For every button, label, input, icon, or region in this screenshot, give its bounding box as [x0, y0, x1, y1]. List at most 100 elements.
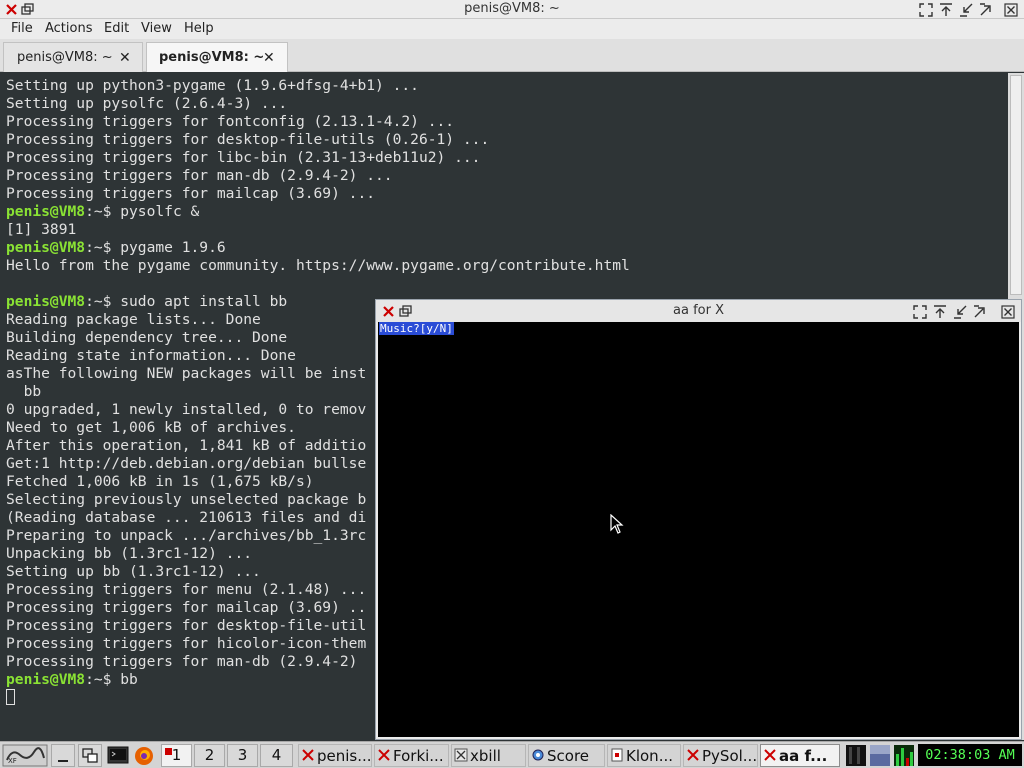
output-text: Processing triggers for mailcap (3.69) .…: [6, 185, 376, 202]
prompt-user-host: penis@VM8: [6, 671, 86, 688]
taskbar-task[interactable]: PySol...: [683, 744, 758, 767]
aa-window-titlebar[interactable]: aa for X: [376, 300, 1021, 322]
xbill-icon: [454, 748, 468, 766]
menu-help[interactable]: Help: [184, 21, 214, 36]
svg-text:XF: XF: [8, 757, 17, 765]
start-menu-icon[interactable]: XF: [2, 744, 48, 767]
desktop-label: 4: [271, 746, 282, 764]
menu-edit[interactable]: Edit: [104, 21, 129, 36]
command-text: pygame 1.9.6: [120, 239, 226, 256]
taskbar-task[interactable]: Klon...: [607, 744, 681, 767]
output-text: Fetched 1,006 kB in 1s (1,675 kB/s): [6, 473, 314, 490]
window-titlebar[interactable]: penis@VM8: ~: [0, 0, 1024, 19]
command-text: pysolfc &: [120, 203, 200, 220]
desktop-label: 3: [237, 746, 248, 764]
menu-bar: File Actions Edit View Help: [0, 19, 1024, 39]
tab-label: penis@VM8: ~: [17, 50, 113, 65]
close-window-icon[interactable]: [1003, 2, 1019, 17]
raise-icon[interactable]: [938, 2, 954, 17]
output-text: Processing triggers for mailcap (3.69) .…: [6, 599, 367, 616]
desktop-2-button[interactable]: 2: [194, 744, 225, 767]
menu-view[interactable]: View: [141, 21, 172, 36]
output-text: Processing triggers for desktop-file-uti…: [6, 617, 367, 634]
tab-terminal-1[interactable]: penis@VM8: ~ ✕: [3, 42, 143, 72]
task-label: PySol...: [702, 747, 758, 765]
tab-label: penis@VM8: ~: [159, 50, 265, 65]
output-text: Processing triggers for fontconfig (2.13…: [6, 113, 455, 130]
output-text: Processing triggers for man-db (2.9.4-2): [6, 653, 367, 670]
raise-icon[interactable]: [932, 304, 948, 319]
window-title: penis@VM8: ~: [464, 1, 560, 16]
prompt-path: :~$: [85, 239, 121, 256]
prompt-path: :~$: [85, 671, 121, 688]
output-text: [1] 3891: [6, 221, 77, 238]
close-x-icon: [686, 748, 700, 766]
cpu-monitor-icon[interactable]: [893, 744, 915, 767]
desktop-4-button[interactable]: 4: [260, 744, 293, 767]
task-label: aa f...: [779, 747, 828, 765]
music-prompt: Music?[y/N]: [379, 322, 454, 335]
menu-file[interactable]: File: [11, 21, 33, 36]
output-text: Processing triggers for man-db (2.9.4-2)…: [6, 167, 393, 184]
terminal-launcher-icon[interactable]: [106, 744, 130, 767]
desktop-1-button[interactable]: 1: [161, 744, 192, 767]
output-text: (Reading database ... 210613 files and d…: [6, 509, 367, 526]
cards-icon: [610, 748, 624, 766]
prompt-user-host: penis@VM8: [6, 239, 86, 256]
tab-terminal-2[interactable]: penis@VM8: ~ ✕: [146, 42, 288, 72]
close-x-icon: [763, 748, 777, 766]
tab-close-icon[interactable]: ✕: [263, 50, 275, 66]
text-cursor: [6, 689, 15, 705]
firefox-icon[interactable]: [132, 744, 156, 767]
pager-icon[interactable]: [845, 744, 867, 767]
taskbar-task[interactable]: Score: [528, 744, 605, 767]
output-text: Reading package lists... Done: [6, 311, 261, 328]
iconify-all-icon[interactable]: [51, 744, 75, 767]
maximize-icon[interactable]: [972, 304, 988, 319]
tab-bar: penis@VM8: ~ ✕ penis@VM8: ~ ✕: [0, 39, 1024, 72]
window-list-icon[interactable]: [78, 744, 102, 767]
active-desktop-marker: [165, 748, 172, 755]
close-window-icon[interactable]: [1000, 304, 1016, 319]
network-monitor-icon[interactable]: [869, 744, 891, 767]
output-text: Processing triggers for menu (2.1.48) ..…: [6, 581, 367, 598]
output-text: Preparing to unpack .../archives/bb_1.3r…: [6, 527, 367, 544]
minimize-icon[interactable]: [958, 2, 974, 17]
scrollbar-thumb[interactable]: [1010, 75, 1022, 295]
tab-close-icon[interactable]: ✕: [119, 50, 131, 66]
taskbar-task[interactable]: xbill: [451, 744, 526, 767]
output-text: Get:1 http://deb.debian.org/debian bulls…: [6, 455, 367, 472]
taskbar-task[interactable]: aa f...: [760, 744, 840, 767]
output-text: Hello from the pygame community. https:/…: [6, 257, 630, 274]
fullscreen-icon[interactable]: [918, 2, 934, 17]
output-text: Need to get 1,006 kB of archives.: [6, 419, 296, 436]
output-text: Processing triggers for hicolor-icon-the…: [6, 635, 367, 652]
output-line: Processing triggers for desktop-file-uti…: [6, 131, 1008, 149]
aa-window[interactable]: aa for X Music?[y/N]: [375, 299, 1022, 740]
fullscreen-icon[interactable]: [912, 304, 928, 319]
minimize-icon[interactable]: [952, 304, 968, 319]
task-label: Forki...: [393, 747, 444, 765]
desktop-3-button[interactable]: 3: [227, 744, 258, 767]
output-line: Setting up pysolfc (2.6.4-3) ...: [6, 95, 1008, 113]
task-label: Klon...: [626, 747, 673, 765]
output-line: Processing triggers for man-db (2.9.4-2)…: [6, 167, 1008, 185]
task-label: xbill: [470, 747, 501, 765]
taskbar-task[interactable]: Forki...: [374, 744, 449, 767]
task-label: penis...: [317, 747, 372, 765]
command-text: sudo apt install bb: [120, 293, 288, 310]
maximize-icon[interactable]: [978, 2, 994, 17]
menu-actions[interactable]: Actions: [45, 21, 93, 36]
output-line: Setting up python3-pygame (1.9.6+dfsg-4+…: [6, 77, 1008, 95]
output-text: bb: [6, 383, 42, 400]
clock[interactable]: 02:38:03 AM: [918, 744, 1022, 766]
output-line: Processing triggers for fontconfig (2.13…: [6, 113, 1008, 131]
gear-icon: [531, 748, 545, 766]
output-line: Processing triggers for mailcap (3.69) .…: [6, 185, 1008, 203]
output-text: Setting up pysolfc (2.6.4-3) ...: [6, 95, 288, 112]
output-text: Setting up bb (1.3rc1-12) ...: [6, 563, 261, 580]
taskbar-task[interactable]: penis...: [298, 744, 372, 767]
aa-display-area[interactable]: Music?[y/N]: [378, 322, 1019, 737]
task-label: Score: [547, 747, 590, 765]
